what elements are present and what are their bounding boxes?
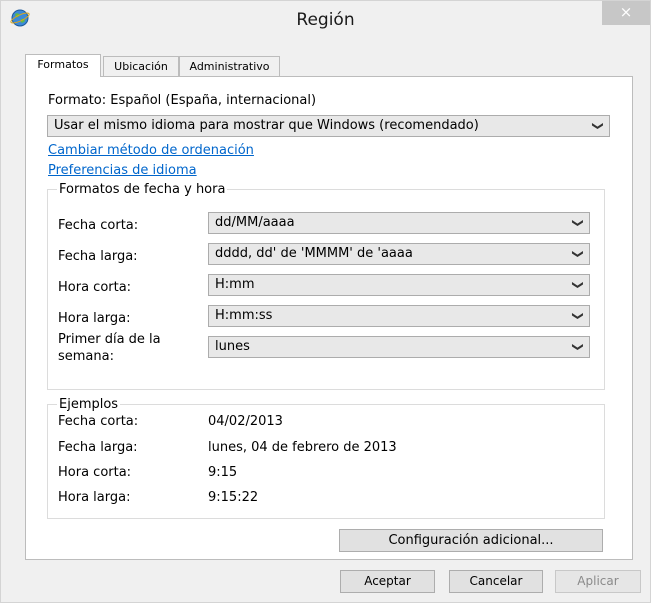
region-dialog: Región × Formatos Ubicación Administrati… xyxy=(0,0,651,603)
example-long-time-value: 9:15:22 xyxy=(208,490,259,505)
first-day-label-line1: Primer día de la xyxy=(58,332,161,347)
language-select-value: Usar el mismo idioma para mostrar que Wi… xyxy=(54,118,479,133)
chevron-down-icon: ❯ xyxy=(571,342,585,352)
cancel-button[interactable]: Cancelar xyxy=(449,570,543,593)
tab-ubicacion[interactable]: Ubicación xyxy=(103,56,179,76)
long-date-value: dddd, dd' de 'MMMM' de 'aaaa xyxy=(215,246,413,261)
language-preferences-link[interactable]: Preferencias de idioma xyxy=(48,163,197,178)
examples-legend: Ejemplos xyxy=(59,397,119,412)
short-time-label: Hora corta: xyxy=(58,280,132,295)
chevron-down-icon: ❯ xyxy=(571,280,585,290)
ok-button[interactable]: Aceptar xyxy=(340,570,435,593)
short-date-select[interactable]: dd/MM/aaaa ❯ xyxy=(208,212,590,234)
long-date-select[interactable]: dddd, dd' de 'MMMM' de 'aaaa ❯ xyxy=(208,243,590,265)
long-time-value: H:mm:ss xyxy=(215,308,273,323)
close-button[interactable]: × xyxy=(602,1,650,25)
example-long-date-value: lunes, 04 de febrero de 2013 xyxy=(208,440,397,455)
example-short-date-value: 04/02/2013 xyxy=(208,414,283,429)
chevron-down-icon: ❯ xyxy=(591,121,605,131)
title-bar[interactable]: Región × xyxy=(1,1,650,38)
example-long-time-label: Hora larga: xyxy=(58,490,131,505)
tab-formatos[interactable]: Formatos xyxy=(25,54,101,77)
additional-settings-button[interactable]: Configuración adicional... xyxy=(339,529,603,552)
language-select[interactable]: Usar el mismo idioma para mostrar que Wi… xyxy=(47,115,610,137)
long-time-label: Hora larga: xyxy=(58,311,131,326)
example-short-time-label: Hora corta: xyxy=(58,465,132,480)
example-short-date-label: Fecha corta: xyxy=(58,414,139,429)
format-label: Formato: Español (España, internacional) xyxy=(48,93,317,108)
formats-panel: Formato: Español (España, internacional)… xyxy=(25,76,633,560)
short-time-select[interactable]: H:mm ❯ xyxy=(208,274,590,296)
short-date-value: dd/MM/aaaa xyxy=(215,215,295,230)
window-title: Región xyxy=(296,10,355,30)
tab-administrativo[interactable]: Administrativo xyxy=(179,56,280,76)
long-date-label: Fecha larga: xyxy=(58,249,138,264)
example-short-time-value: 9:15 xyxy=(208,465,238,480)
short-time-value: H:mm xyxy=(215,277,255,292)
chevron-down-icon: ❯ xyxy=(571,249,585,259)
apply-button[interactable]: Aplicar xyxy=(555,570,641,593)
first-day-label-line2: semana: xyxy=(58,349,114,364)
first-day-value: lunes xyxy=(215,339,250,354)
first-day-select[interactable]: lunes ❯ xyxy=(208,336,590,358)
long-time-select[interactable]: H:mm:ss ❯ xyxy=(208,305,590,327)
change-sort-link[interactable]: Cambiar método de ordenación xyxy=(48,143,254,158)
short-date-label: Fecha corta: xyxy=(58,218,139,233)
date-time-legend: Formatos de fecha y hora xyxy=(59,182,226,197)
example-long-date-label: Fecha larga: xyxy=(58,440,138,455)
chevron-down-icon: ❯ xyxy=(571,218,585,228)
chevron-down-icon: ❯ xyxy=(571,311,585,321)
